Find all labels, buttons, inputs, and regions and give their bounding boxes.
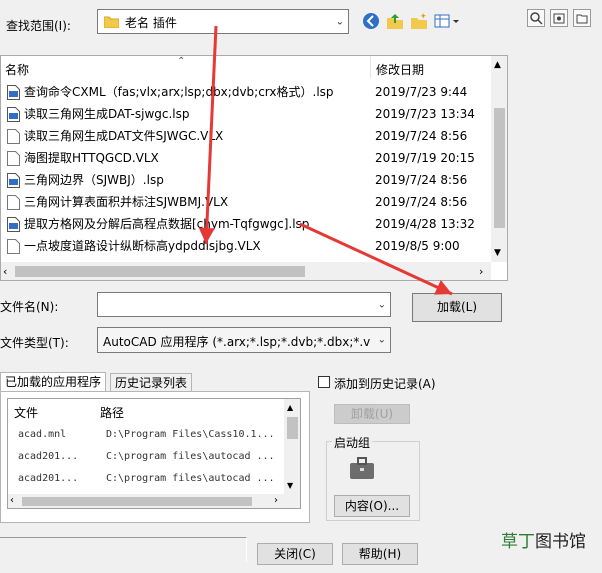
chevron-down-icon: ⌄	[335, 16, 344, 27]
file-name: 三角网边界（SJWBJ）.lsp	[24, 173, 164, 187]
file-name: 读取三角网生成DAT文件SJWGC.VLX	[24, 129, 224, 143]
loaded-apps-panel: 文件 路径 acad.mnl D:\Program Files\Cass10.1.…	[0, 391, 310, 523]
new-folder-icon[interactable]	[409, 11, 429, 31]
loaded-app-file: acad.mnl	[18, 429, 67, 440]
status-bar	[0, 537, 247, 562]
scroll-left-icon[interactable]: ‹	[3, 265, 7, 278]
column-header-path[interactable]: 路径	[100, 404, 124, 421]
scroll-down-icon[interactable]: ▼	[494, 248, 501, 258]
hscroll-thumb[interactable]	[22, 497, 252, 506]
locate-icon[interactable]	[550, 9, 568, 27]
loaded-app-row[interactable]: acad201... C:\program files\autocad ...	[8, 469, 284, 489]
file-name: 三角网计算表面积并标注SJWBMJ.VLX	[24, 195, 229, 209]
scroll-left-icon[interactable]: ‹	[10, 495, 14, 506]
up-folder-icon[interactable]	[385, 11, 405, 31]
loaded-app-file: acad201...	[18, 451, 79, 462]
loaded-vscrollbar[interactable]: ▲ ▼	[284, 399, 300, 494]
vlx-file-icon	[7, 239, 20, 254]
vlx-file-icon	[7, 195, 20, 210]
column-header-date[interactable]: 修改日期	[376, 61, 424, 78]
load-button[interactable]: 加载(L)	[412, 293, 502, 322]
column-header-file[interactable]: 文件	[14, 404, 38, 421]
filename-label: 文件名(N):	[0, 300, 59, 314]
chevron-down-icon: ⌄	[377, 299, 386, 310]
file-name: 一点坡度道路设计纵断标高ydpddlsjbg.VLX	[24, 239, 261, 253]
filetype-value: AutoCAD 应用程序 (*.arx;*.lsp;*.dvb;*.dbx;*.…	[103, 335, 371, 349]
views-icon[interactable]	[433, 11, 463, 31]
loaded-hscrollbar[interactable]: ‹ ›	[8, 494, 300, 508]
sort-caret-icon: ⌃	[177, 56, 186, 67]
loaded-app-path: C:\program files\autocad ...	[106, 451, 275, 462]
scroll-thumb[interactable]	[494, 108, 505, 228]
file-name: 查询命令CXML（fas;vlx;arx;lsp;dbx;dvb;crx格式）.…	[24, 85, 334, 99]
briefcase-icon[interactable]	[349, 456, 375, 483]
file-date: 2019/7/24 8:56	[375, 129, 468, 143]
scroll-right-icon[interactable]: ›	[274, 495, 278, 506]
file-date: 2019/7/23 13:34	[375, 107, 475, 121]
lsp-file-icon	[7, 217, 20, 232]
lookin-label: 查找范围(I):	[6, 19, 71, 33]
tab-loaded-apps[interactable]: 已加载的应用程序	[0, 372, 107, 392]
loaded-app-row[interactable]: acad.mnl D:\Program Files\Cass10.1...	[8, 425, 284, 445]
lsp-file-icon	[7, 107, 20, 122]
close-button[interactable]: 关闭(C)	[257, 543, 333, 565]
file-date: 2019/7/23 9:44	[375, 85, 468, 99]
startup-group-label: 启动组	[332, 434, 373, 451]
lsp-file-icon	[7, 173, 20, 188]
unload-button[interactable]: 卸载(U)	[334, 404, 410, 424]
loaded-app-row[interactable]: acad201... C:\program files\autocad ...	[8, 447, 284, 467]
watermark: 草丁图书馆	[501, 532, 586, 552]
back-icon[interactable]	[361, 11, 381, 31]
file-list-vscrollbar[interactable]: ▲ ▼	[491, 56, 507, 262]
file-row[interactable]: 三角网边界（SJWBJ）.lsp 2019/7/24 8:56	[1, 169, 489, 191]
loaded-app-path: D:\Program Files\Cass10.1...	[106, 429, 275, 440]
browse-icon[interactable]	[573, 9, 591, 27]
loaded-app-file: acad201...	[18, 473, 79, 484]
file-name: 读取三角网生成DAT-sjwgc.lsp	[24, 107, 190, 121]
scroll-up-icon[interactable]: ▲	[287, 403, 293, 412]
vlx-file-icon	[7, 151, 20, 166]
file-date: 2019/7/24 8:56	[375, 195, 468, 209]
chevron-down-icon: ⌄	[377, 334, 386, 346]
file-date: 2019/8/5 9:00	[375, 239, 460, 253]
scroll-down-icon[interactable]: ▼	[287, 481, 293, 490]
column-divider	[370, 56, 371, 78]
file-list[interactable]: 名称 ⌃ 修改日期 查询命令CXML（fas;vlx;arx;lsp;dbx;d…	[0, 55, 508, 281]
file-date: 2019/4/28 13:32	[375, 217, 475, 231]
scroll-thumb[interactable]	[287, 417, 298, 439]
filename-input[interactable]: ⌄	[97, 292, 391, 317]
file-row[interactable]: 三角网计算表面积并标注SJWBMJ.VLX 2019/7/24 8:56	[1, 191, 489, 213]
lookin-combo[interactable]: 老名 插件 ⌄	[97, 9, 349, 34]
file-row[interactable]: 海图提取HTTQGCD.VLX 2019/7/19 20:15	[1, 147, 489, 169]
file-name: 提取方格网及分解后高程点数据[chym-Tqfgwgc].lsp	[24, 217, 310, 231]
file-date: 2019/7/24 8:56	[375, 173, 468, 187]
lsp-file-icon	[7, 85, 20, 100]
file-row[interactable]: 查询命令CXML（fas;vlx;arx;lsp;dbx;dvb;crx格式）.…	[1, 81, 489, 103]
file-row[interactable]: 读取三角网生成DAT文件SJWGC.VLX 2019/7/24 8:56	[1, 125, 489, 147]
file-name: 海图提取HTTQGCD.VLX	[24, 151, 159, 165]
folder-icon	[103, 15, 120, 29]
filetype-select[interactable]: AutoCAD 应用程序 (*.arx;*.lsp;*.dvb;*.dbx;*.…	[97, 327, 391, 353]
find-icon[interactable]	[527, 9, 545, 27]
add-history-checkbox[interactable]	[318, 376, 330, 388]
file-row[interactable]: 读取三角网生成DAT-sjwgc.lsp 2019/7/23 13:34	[1, 103, 489, 125]
file-list-hscrollbar[interactable]: ‹ ›	[1, 262, 491, 280]
filetype-label: 文件类型(T):	[0, 336, 69, 350]
file-date: 2019/7/19 20:15	[375, 151, 475, 165]
lookin-folder-name: 老名 插件	[125, 16, 177, 30]
file-row[interactable]: 一点坡度道路设计纵断标高ydpddlsjbg.VLX 2019/8/5 9:00	[1, 235, 489, 257]
scroll-right-icon[interactable]: ›	[479, 265, 483, 278]
file-row[interactable]: 提取方格网及分解后高程点数据[chym-Tqfgwgc].lsp 2019/4/2…	[1, 213, 489, 235]
vlx-file-icon	[7, 129, 20, 144]
scroll-up-icon[interactable]: ▲	[494, 60, 501, 70]
loaded-app-path: C:\program files\autocad ...	[106, 473, 275, 484]
column-header-name[interactable]: 名称	[5, 61, 29, 78]
loaded-apps-list[interactable]: 文件 路径 acad.mnl D:\Program Files\Cass10.1.…	[7, 398, 301, 509]
tab-history-list[interactable]: 历史记录列表	[110, 373, 193, 392]
help-button[interactable]: 帮助(H)	[342, 543, 418, 565]
add-history-label[interactable]: 添加到历史记录(A)	[334, 375, 436, 392]
contents-button[interactable]: 内容(O)...	[334, 495, 410, 517]
hscroll-thumb[interactable]	[15, 266, 305, 277]
